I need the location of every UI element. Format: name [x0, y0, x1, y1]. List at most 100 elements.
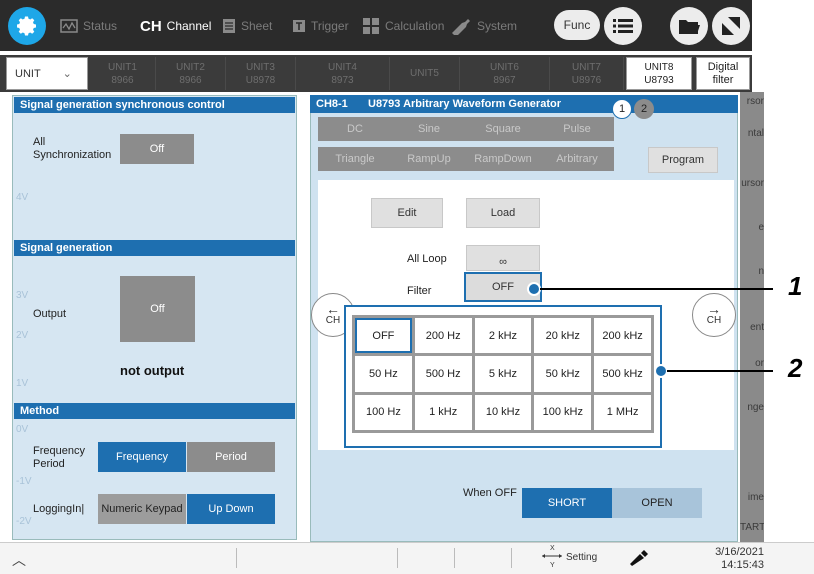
output-label: Output	[33, 308, 67, 320]
output-button[interactable]: Off	[120, 276, 195, 342]
edit-button[interactable]: Edit	[371, 198, 443, 228]
frequency-option[interactable]: Frequency	[98, 442, 186, 472]
period-option[interactable]: Period	[187, 442, 275, 472]
awg-header: CH8-1 U8793 Arbitrary Waveform Generator	[310, 95, 738, 113]
page-2-button[interactable]: 2	[634, 99, 654, 119]
tab-channel-label: Channel	[166, 19, 212, 33]
divider	[511, 548, 512, 568]
calculation-icon	[363, 18, 379, 34]
digital-filter-tab[interactable]: Digital filter	[696, 57, 750, 90]
unit-tab-4[interactable]: UNIT4 8973	[296, 57, 390, 90]
callout-lines	[527, 282, 773, 378]
open-folder-button[interactable]	[670, 7, 708, 45]
list-icon	[613, 19, 633, 33]
settings-gear-button[interactable]	[8, 7, 46, 45]
tab-channel[interactable]: CH Channel	[140, 10, 211, 42]
bg-label: rsor	[746, 96, 764, 107]
tab-sheet-label: Sheet	[241, 19, 273, 33]
unit-tab-2[interactable]: UNIT2 8966	[156, 57, 226, 90]
tab-system-label: System	[477, 19, 518, 33]
callout-1-dot	[527, 282, 541, 296]
filter-option-100hz[interactable]: 100 Hz	[355, 394, 412, 430]
func-button[interactable]: Func	[554, 10, 600, 40]
all-sync-button[interactable]: Off	[120, 134, 194, 164]
callout-2-number: 2	[788, 353, 803, 383]
tab-calculation[interactable]: Calculation	[362, 10, 444, 42]
wave-rampdown[interactable]: RampDown	[466, 147, 540, 171]
wave-sine[interactable]: Sine	[392, 117, 466, 141]
tab-sheet[interactable]: Sheet	[222, 10, 272, 42]
unit-tab-8[interactable]: UNIT8 U8793	[626, 57, 692, 90]
callout-1-number: 1	[788, 271, 803, 301]
sheet-icon	[223, 19, 235, 33]
filter-option-1khz[interactable]: 1 kHz	[414, 394, 472, 430]
unit-name: UNIT2	[176, 61, 205, 73]
wave-rampup[interactable]: RampUp	[392, 147, 466, 171]
filter-option-50hz[interactable]: 50 Hz	[355, 356, 412, 392]
bg-label: n	[758, 266, 764, 277]
tab-status-label: Status	[83, 19, 118, 33]
divider	[397, 548, 398, 568]
wave-square[interactable]: Square	[466, 117, 540, 141]
ch-icon: CH	[140, 17, 162, 35]
filter-option-2khz[interactable]: 2 kHz	[474, 318, 532, 354]
folder-icon	[679, 20, 700, 34]
divider	[454, 548, 455, 568]
menu-list-button[interactable]	[604, 7, 642, 45]
wave-triangle[interactable]: Triangle	[318, 147, 392, 171]
tab-system[interactable]: System	[450, 10, 517, 42]
unit-tab-3[interactable]: UNIT3 U8978	[226, 57, 296, 90]
page-1-button[interactable]: 1	[612, 99, 632, 119]
freq-period-line2: Period	[33, 458, 65, 470]
up-down-option[interactable]: Up Down	[187, 494, 275, 524]
unit-name: UNIT7	[572, 61, 601, 73]
bg-tick: -2V	[16, 516, 32, 527]
unit-selector[interactable]: UNIT ⌄	[6, 57, 88, 90]
tab-trigger[interactable]: Trigger	[292, 10, 349, 42]
all-loop-button[interactable]: ∞	[466, 245, 540, 271]
program-button[interactable]: Program	[648, 147, 718, 173]
filter-option-200hz[interactable]: 200 Hz	[414, 318, 472, 354]
load-button[interactable]: Load	[466, 198, 540, 228]
sync-section-header: Signal generation synchronous control	[14, 97, 295, 113]
filter-option-1mhz[interactable]: 1 MHz	[594, 394, 651, 430]
all-sync-label-line2: Synchronization	[33, 149, 112, 161]
freq-period-line1: Frequency	[33, 445, 85, 457]
wave-pulse[interactable]: Pulse	[540, 117, 614, 141]
chevron-up-icon[interactable]: ︿	[12, 550, 26, 570]
method-section-header: Method	[14, 403, 295, 419]
bg-label: nge	[747, 402, 764, 413]
unit-tab-7[interactable]: UNIT7 U8976	[550, 57, 624, 90]
unit-tab-1[interactable]: UNIT1 8966	[90, 57, 156, 90]
unit-tab-5[interactable]: UNIT5	[390, 57, 460, 90]
unit-selector-label: UNIT	[15, 67, 41, 80]
prev-channel-label: CH	[325, 315, 341, 326]
filter-option-100khz[interactable]: 100 kHz	[534, 394, 592, 430]
filter-option-off[interactable]: OFF	[355, 318, 412, 354]
all-sync-label-line1: All	[33, 136, 46, 148]
bg-label: TART	[740, 522, 764, 533]
wave-arbitrary[interactable]: Arbitrary	[540, 147, 614, 171]
unit-tab-6[interactable]: UNIT6 8967	[460, 57, 550, 90]
short-option[interactable]: SHORT	[522, 488, 612, 518]
all-sync-label: All Synchronization	[33, 136, 111, 162]
all-loop-label: All Loop	[407, 253, 447, 265]
unit-name: UNIT5	[410, 68, 439, 79]
unit-model: 8967	[493, 74, 516, 86]
filter-option-10khz[interactable]: 10 kHz	[474, 394, 532, 430]
bg-tick: -1V	[16, 476, 32, 487]
unit-name: UNIT4	[328, 61, 357, 73]
open-option[interactable]: OPEN	[612, 488, 702, 518]
numeric-keypad-option[interactable]: Numeric Keypad	[98, 494, 186, 524]
logging-label: LoggingIn|	[33, 503, 85, 515]
wave-dc[interactable]: DC	[318, 117, 392, 141]
when-off-label: When OFF	[463, 487, 517, 499]
filter-option-500hz[interactable]: 500 Hz	[414, 356, 472, 392]
arrow-left-icon: ←	[326, 301, 340, 317]
fullscreen-button[interactable]	[712, 7, 750, 45]
tab-status[interactable]: Status	[60, 10, 117, 42]
unit-model: U8978	[245, 74, 276, 86]
xy-setting-button[interactable]: X Y Setting	[540, 545, 610, 571]
usb-stick-icon	[630, 550, 648, 566]
filter-option-5khz[interactable]: 5 kHz	[474, 356, 532, 392]
